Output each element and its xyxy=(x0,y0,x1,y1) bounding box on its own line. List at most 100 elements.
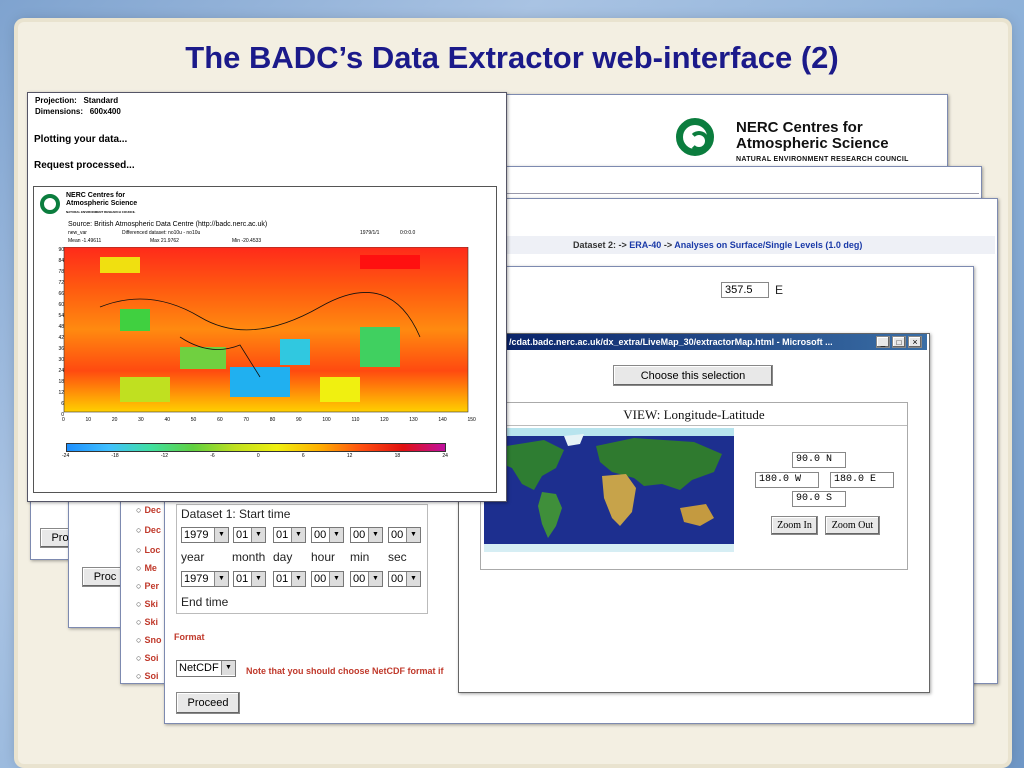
unit-year: year xyxy=(181,550,205,564)
dataset-arrow: -> xyxy=(663,240,673,250)
option-item[interactable]: Per xyxy=(136,581,159,591)
longitude-unit: E xyxy=(775,283,784,297)
plot-date: 1979/1/1 xyxy=(360,230,380,236)
nerc-line2: Atmospheric Science xyxy=(736,135,889,152)
start-year-select[interactable]: 1979 ▼ xyxy=(181,527,229,543)
dimensions-label: Dimensions: xyxy=(35,107,84,116)
x-axis-ticks: 0 10 20 30 40 50 60 70 80 90 100 110 120 130 140 150 xyxy=(62,417,476,423)
chevron-down-icon: ▼ xyxy=(251,528,265,542)
nerc-small-line3: NATURAL ENVIRONMENT RESEARCH COUNCIL xyxy=(66,210,136,214)
format-label: Format xyxy=(174,632,205,642)
start-month-select[interactable]: 01 ▼ xyxy=(233,527,266,543)
chevron-down-icon: ▼ xyxy=(291,528,305,542)
divider xyxy=(505,193,979,194)
dataset-prefix: Dataset 2: -> xyxy=(573,240,627,250)
end-sec-select[interactable]: 00 ▼ xyxy=(388,571,421,587)
chevron-down-icon: ▼ xyxy=(368,528,382,542)
status-plotting: Plotting your data... xyxy=(34,134,128,145)
plot-mean: Mean -1.49611 xyxy=(68,238,102,244)
south-field[interactable]: 90.0 S xyxy=(792,491,846,507)
livemap-titlebar: /cdat.badc.nerc.ac.uk/dx_extra/LiveMap_3… xyxy=(505,334,927,350)
close-icon[interactable]: × xyxy=(908,336,922,348)
choose-selection-button[interactable]: Choose this selection xyxy=(613,365,773,386)
end-min-select[interactable]: 00 ▼ xyxy=(350,571,383,587)
west-field[interactable]: 180.0 W xyxy=(755,472,819,488)
plot-source: Source: British Atmospheric Data Centre … xyxy=(68,221,268,228)
chevron-down-icon: ▼ xyxy=(329,528,343,542)
plot-image: NERC Centres for Atmospheric Science NAT… xyxy=(33,186,497,493)
nerc-logo-small-icon xyxy=(40,194,60,214)
plot-min: Min -20.4533 xyxy=(232,238,262,244)
projection-value: Standard xyxy=(83,96,119,105)
unit-min: min xyxy=(350,550,370,564)
temperature-heatmap xyxy=(63,247,469,413)
nerc-line1: NERC Centres for xyxy=(736,119,863,136)
unit-hour: hour xyxy=(311,550,336,564)
format-select[interactable]: NetCDF ▼ xyxy=(176,660,236,677)
end-hour-select[interactable]: 00 ▼ xyxy=(311,571,344,587)
plot-max: Max 21.9762 xyxy=(150,238,179,244)
option-item[interactable]: Dec xyxy=(136,505,161,515)
proceed-button[interactable]: Proceed xyxy=(176,692,240,714)
colorbar xyxy=(66,443,446,452)
chevron-down-icon: ▼ xyxy=(368,572,382,586)
status-processed: Request processed... xyxy=(34,160,135,171)
nerc-logo-icon xyxy=(676,118,714,156)
longitude-field[interactable]: 357.5 xyxy=(721,282,769,298)
maximize-icon[interactable]: □ xyxy=(892,336,906,348)
world-map[interactable] xyxy=(484,428,734,552)
colorbar-ticks: -24 -18 -12 -6 0 6 12 18 24 xyxy=(62,453,448,459)
dataset-header: Dataset 2: -> ERA-40 -> Analyses on Surf… xyxy=(505,236,995,254)
east-field[interactable]: 180.0 E xyxy=(830,472,894,488)
livemap-title: /cdat.badc.nerc.ac.uk/dx_extra/LiveMap_3… xyxy=(509,337,833,347)
start-min-select[interactable]: 00 ▼ xyxy=(350,527,383,543)
projection-label: Projection: xyxy=(35,96,77,105)
chevron-down-icon: ▼ xyxy=(214,528,228,542)
option-item[interactable]: Me xyxy=(136,563,157,573)
chevron-down-icon: ▼ xyxy=(251,572,265,586)
format-note: Note that you should choose NetCDF forma… xyxy=(246,666,444,676)
chevron-down-icon: ▼ xyxy=(214,572,228,586)
zoom-out-button[interactable]: Zoom Out xyxy=(825,516,880,535)
nerc-logo-small: NERC Centres for Atmospheric Science NAT… xyxy=(40,192,210,218)
view-title-rule xyxy=(481,425,907,426)
start-day-select[interactable]: 01 ▼ xyxy=(273,527,306,543)
nerc-line3: NATURAL ENVIRONMENT RESEARCH COUNCIL xyxy=(736,156,909,163)
zoom-in-button[interactable]: Zoom In xyxy=(771,516,818,535)
option-item[interactable]: Soi xyxy=(136,653,158,663)
dataset-link-analyses[interactable]: Analyses on Surface/Single Levels (1.0 d… xyxy=(674,240,862,250)
unit-sec: sec xyxy=(388,550,407,564)
minimize-icon[interactable]: _ xyxy=(876,336,890,348)
option-item[interactable]: Sno xyxy=(136,635,161,645)
unit-day: day xyxy=(273,550,293,564)
chevron-down-icon: ▼ xyxy=(291,572,305,586)
y-axis-ticks: 90 84 78 72 66 60 54 48 42 36 30 24 18 12 6 0 xyxy=(58,247,64,418)
chevron-down-icon: ▼ xyxy=(406,572,420,586)
chevron-down-icon: ▼ xyxy=(406,528,420,542)
dataset-link-era40[interactable]: ERA-40 xyxy=(629,240,661,250)
nerc-small-line2: Atmospheric Science xyxy=(66,200,138,207)
plot-meta: Projection: Standard Dimensions: 600x400 xyxy=(35,95,121,117)
start-hour-select[interactable]: 00 ▼ xyxy=(311,527,344,543)
option-item[interactable]: Ski xyxy=(136,617,158,627)
north-field[interactable]: 90.0 N xyxy=(792,452,846,468)
end-time-label: End time xyxy=(181,595,229,609)
plot-var-name: new_var xyxy=(68,230,87,236)
end-day-select[interactable]: 01 ▼ xyxy=(273,571,306,587)
chevron-down-icon: ▼ xyxy=(329,572,343,586)
dimensions-value: 600x400 xyxy=(89,107,121,116)
option-item[interactable]: Dec xyxy=(136,525,161,535)
nerc-small-line1: NERC Centres for xyxy=(66,192,126,199)
option-item[interactable]: Soi xyxy=(136,671,158,681)
view-title: VIEW: Longitude-Latitude xyxy=(623,407,765,422)
option-item[interactable]: Ski xyxy=(136,599,158,609)
slide-title: The BADC’s Data Extractor web-interface … xyxy=(185,40,839,75)
end-year-select[interactable]: 1979 ▼ xyxy=(181,571,229,587)
chevron-down-icon: ▼ xyxy=(221,661,235,675)
start-sec-select[interactable]: 00 ▼ xyxy=(388,527,421,543)
start-time-label: Dataset 1: Start time xyxy=(181,507,291,521)
end-month-select[interactable]: 01 ▼ xyxy=(233,571,266,587)
nerc-logo: NERC Centres for Atmospheric Science NAT… xyxy=(670,116,940,170)
option-item[interactable]: Loc xyxy=(136,545,160,555)
plot-diff-label: Differenced dataset: no10u - no10u xyxy=(122,230,201,236)
